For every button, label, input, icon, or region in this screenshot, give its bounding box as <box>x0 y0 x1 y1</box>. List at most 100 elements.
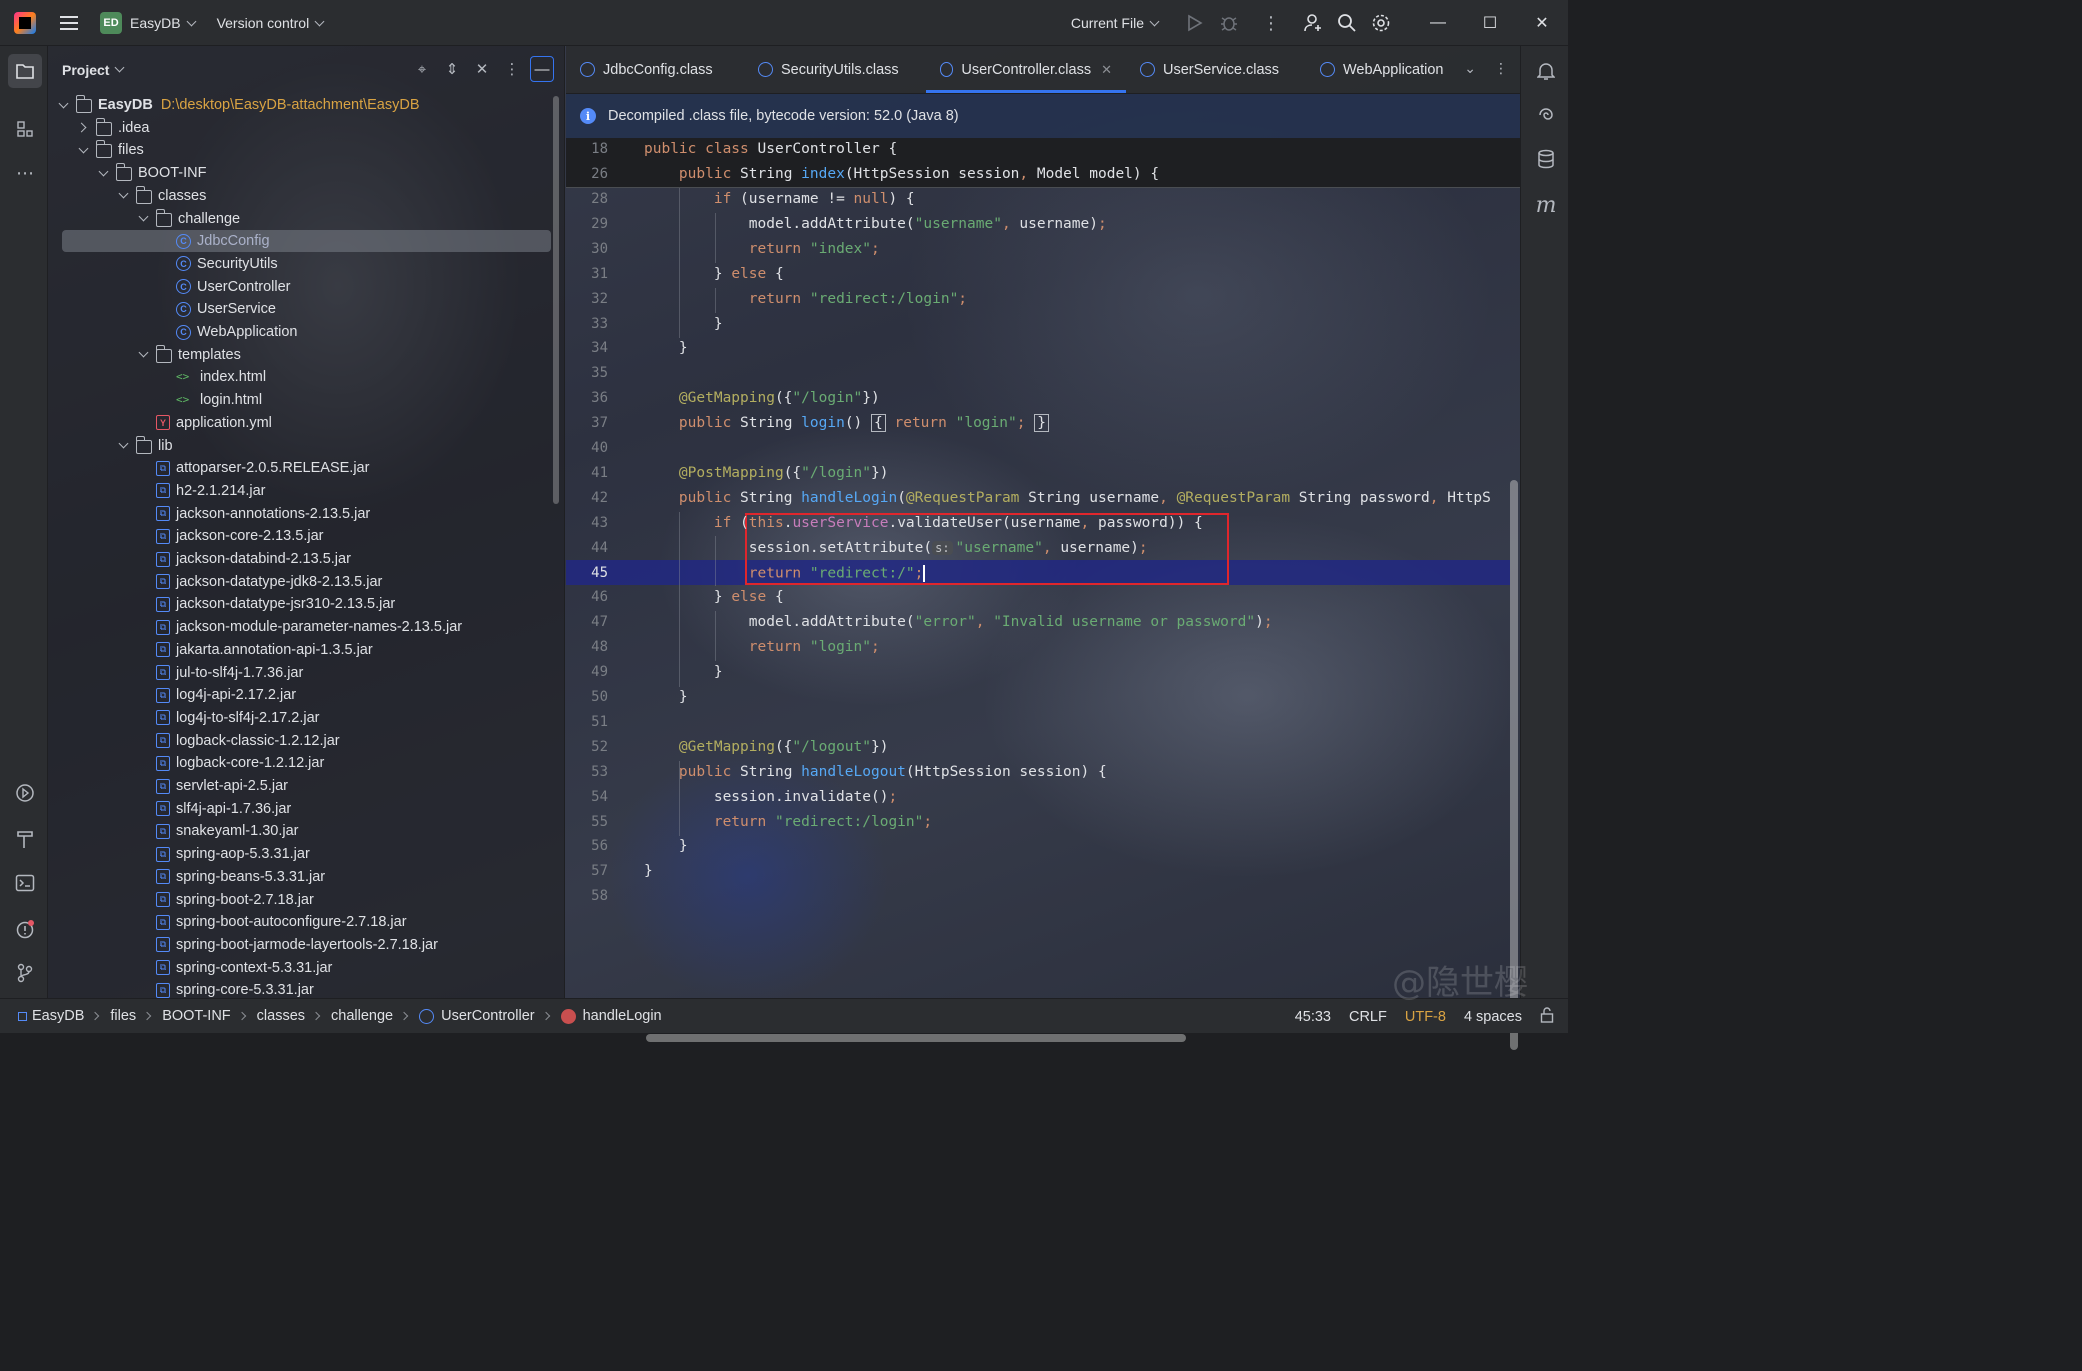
tree-item[interactable]: ⧉ jackson-datatype-jsr310-2.13.5.jar <box>48 593 553 615</box>
tree-item[interactable]: ⧉ jackson-module-parameter-names-2.13.5.j… <box>48 616 553 638</box>
maximize-button[interactable]: ☐ <box>1464 0 1516 46</box>
tree-item[interactable]: ⧉ log4j-api-2.17.2.jar <box>48 684 553 706</box>
tree-item[interactable]: files <box>48 139 553 161</box>
sticky-lines[interactable]: 18 public class UserController {26 public… <box>566 138 1520 188</box>
maven-icon[interactable]: m <box>1533 192 1559 218</box>
breadcrumb-item[interactable]: files <box>110 1008 136 1024</box>
tree-item[interactable]: C UserController <box>48 276 553 298</box>
editor-tab[interactable]: JdbcConfig.class <box>566 46 744 93</box>
close-tab-icon[interactable]: ✕ <box>1101 62 1112 78</box>
more-actions-icon[interactable]: ⋮ <box>1246 6 1296 40</box>
line-separator[interactable]: CRLF <box>1349 1009 1387 1025</box>
close-window-button[interactable]: ✕ <box>1516 0 1568 46</box>
editor-tab[interactable]: SecurityUtils.class <box>744 46 926 93</box>
tree-item[interactable]: ⧉ jackson-datatype-jdk8-2.13.5.jar <box>48 571 553 593</box>
tree-item[interactable]: ⧉ jackson-databind-2.13.5.jar <box>48 548 553 570</box>
tree-item[interactable]: ⧉ spring-boot-2.7.18.jar <box>48 889 553 911</box>
hide-panel-icon[interactable]: — <box>530 56 554 82</box>
tree-item[interactable]: C WebApplication <box>48 321 553 343</box>
breadcrumb-item[interactable]: challenge <box>331 1008 393 1024</box>
tree-item[interactable]: ⧉ spring-boot-jarmode-layertools-2.7.18.j… <box>48 934 553 956</box>
git-branch-icon[interactable] <box>12 960 38 986</box>
tree-item[interactable]: C SecurityUtils <box>48 253 553 275</box>
tree-item[interactable]: ⧉ spring-context-5.3.31.jar <box>48 957 553 979</box>
chevron-down-icon[interactable] <box>136 348 150 362</box>
breadcrumb-item[interactable]: EasyDB <box>18 1008 84 1024</box>
tree-item[interactable]: <> login.html <box>48 389 553 411</box>
chevron-down-icon[interactable] <box>136 212 150 226</box>
chevron-down-icon[interactable] <box>116 439 130 453</box>
tab-options-icon[interactable]: ⋮ <box>1494 60 1508 77</box>
debug-icon[interactable] <box>1212 6 1246 40</box>
tree-item[interactable]: ⧉ h2-2.1.214.jar <box>48 480 553 502</box>
locate-file-icon[interactable]: ⌖ <box>410 56 434 82</box>
tree-item[interactable]: <> index.html <box>48 366 553 388</box>
chevron-down-icon[interactable] <box>116 189 130 203</box>
tree-item[interactable]: ⧉ logback-core-1.2.12.jar <box>48 752 553 774</box>
chevron-down-icon[interactable] <box>96 166 110 180</box>
breadcrumb-item[interactable]: handleLogin <box>560 1008 662 1024</box>
project-badge[interactable]: ED <box>100 11 122 34</box>
code-area[interactable]: 18 public class UserController {26 public… <box>566 138 1520 1050</box>
tree-item[interactable]: templates <box>48 344 553 366</box>
add-user-icon[interactable] <box>1296 6 1330 40</box>
main-menu-icon[interactable] <box>60 15 78 30</box>
more-tools-icon[interactable]: ⋯ <box>12 160 38 186</box>
tree-item[interactable]: ⧉ servlet-api-2.5.jar <box>48 775 553 797</box>
lock-icon[interactable] <box>1540 1006 1554 1027</box>
caret-position[interactable]: 45:33 <box>1295 1009 1331 1025</box>
tree-item[interactable]: classes <box>48 185 553 207</box>
tree-item[interactable]: Yapplication.yml <box>48 412 553 434</box>
settings-gear-icon[interactable] <box>1364 6 1398 40</box>
services-icon[interactable] <box>12 780 38 806</box>
chevron-down-icon[interactable] <box>76 143 90 157</box>
notifications-bell-icon[interactable] <box>1533 58 1559 84</box>
tree-item[interactable]: lib <box>48 435 553 457</box>
tree-item[interactable]: ⧉ jul-to-slf4j-1.7.36.jar <box>48 662 553 684</box>
tree-item[interactable]: ⧉ spring-beans-5.3.31.jar <box>48 866 553 888</box>
expand-all-icon[interactable]: ⇕ <box>440 56 464 82</box>
chevron-down-icon[interactable] <box>56 98 70 112</box>
version-control-menu[interactable]: Version control <box>217 15 325 31</box>
project-scrollbar[interactable] <box>553 96 559 504</box>
editor-tab[interactable]: UserController.class ✕ <box>926 46 1126 93</box>
tree-item[interactable]: challenge <box>48 208 553 230</box>
terminal-icon[interactable] <box>12 870 38 896</box>
tree-item[interactable]: ⧉ jackson-core-2.13.5.jar <box>48 525 553 547</box>
project-tool-folder-icon[interactable] <box>8 54 42 88</box>
editor-horizontal-scrollbar[interactable] <box>646 1034 1186 1042</box>
search-icon[interactable] <box>1330 6 1364 40</box>
tree-item[interactable]: BOOT-INF <box>48 162 553 184</box>
project-switcher[interactable]: EasyDB <box>130 15 197 31</box>
intellij-logo-icon[interactable] <box>14 11 36 34</box>
editor-tab[interactable]: WebApplication <box>1306 46 1466 93</box>
tree-item[interactable]: ⧉ log4j-to-slf4j-2.17.2.jar <box>48 707 553 729</box>
tree-item[interactable]: ⧉ jackson-annotations-2.13.5.jar <box>48 503 553 525</box>
tree-item[interactable]: .idea <box>48 117 553 139</box>
ai-assistant-icon[interactable] <box>1533 102 1559 128</box>
collapse-all-icon[interactable]: ✕ <box>470 56 494 82</box>
options-icon[interactable]: ⋮ <box>500 56 524 82</box>
problems-icon[interactable] <box>12 916 38 942</box>
structure-icon[interactable] <box>12 116 38 142</box>
breadcrumb-item[interactable]: classes <box>257 1008 305 1024</box>
tree-item[interactable]: ⧉ slf4j-api-1.7.36.jar <box>48 798 553 820</box>
file-encoding[interactable]: UTF-8 <box>1405 1009 1446 1025</box>
run-icon[interactable] <box>1178 6 1212 40</box>
tree-item[interactable]: EasyDB D:\desktop\EasyDB-attachment\EasyD… <box>48 94 553 116</box>
minimize-button[interactable]: — <box>1412 0 1464 46</box>
tree-item[interactable]: C JdbcConfig <box>62 230 551 253</box>
database-icon[interactable] <box>1533 146 1559 172</box>
indent-setting[interactable]: 4 spaces <box>1464 1009 1522 1025</box>
tree-item[interactable]: ⧉ spring-aop-5.3.31.jar <box>48 843 553 865</box>
tree-item[interactable]: ⧉ jakarta.annotation-api-1.3.5.jar <box>48 639 553 661</box>
chevron-right-icon[interactable] <box>76 121 90 135</box>
tree-item[interactable]: C UserService <box>48 298 553 320</box>
breadcrumb-item[interactable]: UserController <box>419 1008 535 1024</box>
run-config-selector[interactable]: Current File <box>1071 15 1160 31</box>
tree-item[interactable]: ⧉ snakeyaml-1.30.jar <box>48 820 553 842</box>
breadcrumb-item[interactable]: BOOT-INF <box>162 1008 230 1024</box>
tree-item[interactable]: ⧉ logback-classic-1.2.12.jar <box>48 730 553 752</box>
build-hammer-icon[interactable] <box>12 826 38 852</box>
tab-list-chevron-icon[interactable]: ⌄ <box>1464 60 1476 77</box>
